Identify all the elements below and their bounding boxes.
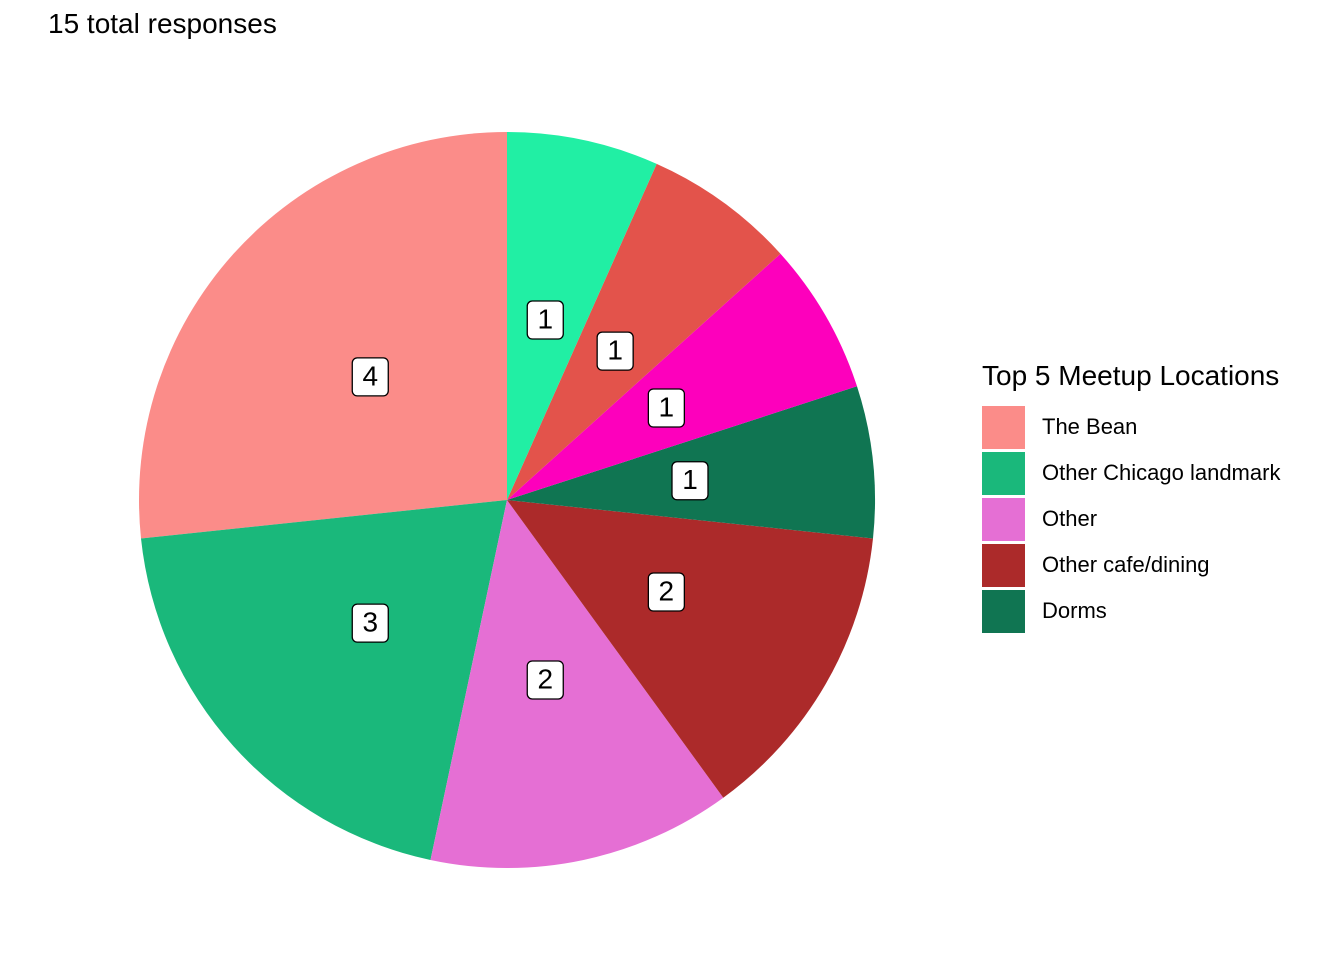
slice-value-label-other-chicago-landmark-1: 3 (351, 603, 389, 643)
legend-label: Other (1042, 506, 1098, 531)
slice-value-label-text: 1 (682, 464, 698, 495)
slice-value-label-text: 1 (607, 335, 623, 366)
slice-value-label-other-cafe-dining-3: 2 (647, 572, 685, 612)
slice-value-label-unlabeled-6: 1 (596, 331, 634, 371)
slice-value-label-text: 4 (362, 360, 378, 391)
legend-title: Top 5 Meetup Locations (982, 360, 1280, 391)
slice-value-label-text: 2 (659, 575, 675, 606)
legend-label: Other Chicago landmark (1042, 460, 1281, 485)
slice-value-label-text: 1 (659, 391, 675, 422)
slice-value-label-dorms-4: 1 (671, 461, 709, 501)
legend-item-other-cafe-dining-3: Other cafe/dining (982, 542, 1280, 588)
legend-label: The Bean (1042, 414, 1138, 439)
legend-item-dorms-4: Dorms (982, 588, 1280, 634)
slice-value-label-unlabeled-7: 1 (526, 300, 564, 340)
legend-items: The Bean Other Chicago landmark Other Other… (982, 404, 1280, 634)
legend-key-swatch (982, 405, 1025, 449)
slice-value-label-text: 2 (537, 663, 553, 694)
legend-label: Dorms (1042, 598, 1107, 623)
slice-value-label-other-2: 2 (526, 660, 564, 700)
legend-key-swatch (982, 589, 1025, 633)
legend-label: Other cafe/dining (1042, 552, 1210, 577)
slice-value-label-text: 3 (362, 607, 378, 638)
legend-key-swatch (982, 543, 1025, 587)
chart-figure: 15 total responses 43221111 Top 5 Meetup… (0, 0, 1344, 960)
legend: Top 5 Meetup Locations The Bean Other Chi… (982, 360, 1280, 634)
legend-key-swatch (982, 451, 1025, 495)
legend-item-other-chicago-landmark-1: Other Chicago landmark (982, 450, 1280, 496)
slice-value-label-the-bean-0: 4 (351, 357, 389, 397)
pie-chart: 4 3 2 2 1 1 1 1 (138, 132, 875, 868)
legend-item-other-2: Other (982, 496, 1280, 542)
legend-key-swatch (982, 497, 1025, 541)
slice-value-label-text: 1 (537, 303, 553, 334)
legend-item-the-bean-0: The Bean (982, 404, 1280, 450)
slice-value-label-unlabeled-5: 1 (647, 388, 685, 428)
pie-slice-the-bean-0 (138, 132, 507, 539)
